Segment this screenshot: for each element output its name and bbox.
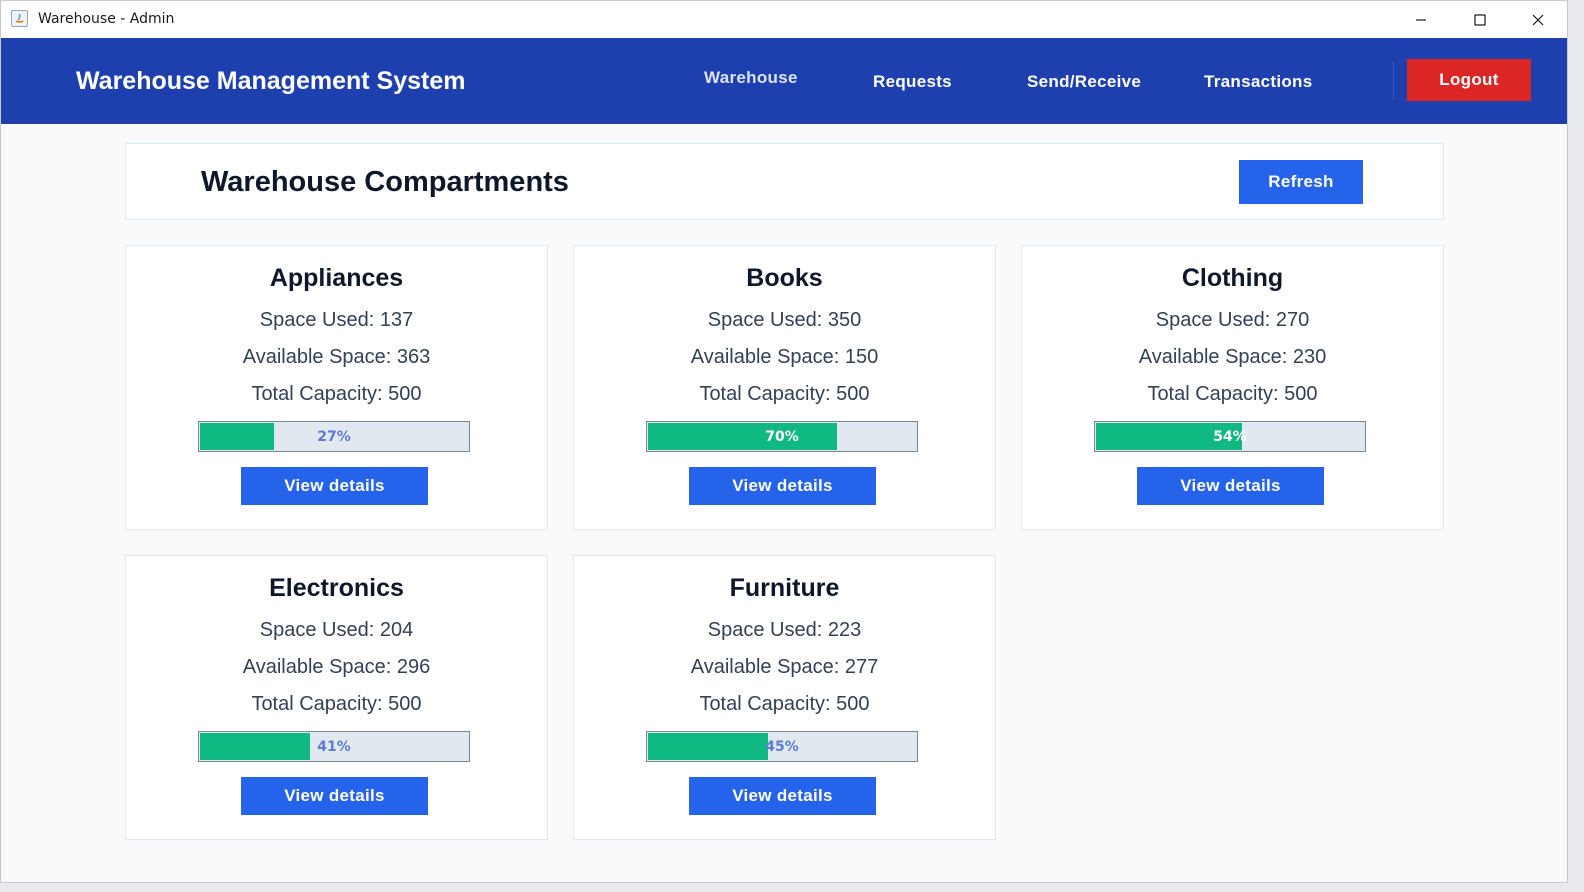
- compartment-name: Clothing: [1181, 264, 1284, 292]
- space-used-label: Space Used:: [707, 619, 823, 641]
- available-space-value: 150: [844, 346, 879, 368]
- space-used-label: Space Used:: [259, 309, 375, 331]
- compartment-card-clothing: Clothing Space Used: 270 Available Space:…: [1021, 245, 1444, 530]
- available-space-text: Available Space: 363: [126, 346, 547, 369]
- compartments-header: Warehouse Compartments Refresh: [125, 143, 1444, 220]
- available-space-label: Available Space:: [242, 346, 392, 368]
- view-details-button[interactable]: View details: [689, 467, 876, 505]
- refresh-button[interactable]: Refresh: [1239, 160, 1363, 204]
- close-icon[interactable]: [1515, 1, 1561, 38]
- available-space-label: Available Space:: [690, 656, 840, 678]
- total-capacity-label: Total Capacity:: [699, 383, 831, 405]
- total-capacity-label: Total Capacity:: [251, 383, 383, 405]
- space-used-text: Space Used: 223: [574, 619, 995, 642]
- available-space-value: 230: [1292, 346, 1327, 368]
- space-used-label: Space Used:: [707, 309, 823, 331]
- compartment-card-furniture: Furniture Space Used: 223 Available Space…: [573, 555, 996, 840]
- available-space-text: Available Space: 277: [574, 656, 995, 679]
- nav-link-requests[interactable]: Requests: [873, 72, 952, 92]
- space-used-label: Space Used:: [259, 619, 375, 641]
- total-capacity-text: Total Capacity: 500: [1022, 383, 1443, 406]
- available-space-text: Available Space: 296: [126, 656, 547, 679]
- available-space-label: Available Space:: [242, 656, 392, 678]
- space-used-value: 350: [827, 309, 862, 331]
- available-space-value: 296: [396, 656, 431, 678]
- space-used-value: 223: [827, 619, 862, 641]
- available-space-value: 363: [396, 346, 431, 368]
- nav-link-send-receive[interactable]: Send/Receive: [1027, 72, 1141, 92]
- available-space-text: Available Space: 230: [1022, 346, 1443, 369]
- capacity-progress-bar: 45%: [646, 731, 918, 762]
- space-used-value: 270: [1275, 309, 1310, 331]
- total-capacity-value: 500: [836, 693, 870, 715]
- capacity-progress-bar: 27%: [198, 421, 470, 452]
- view-details-button[interactable]: View details: [241, 777, 428, 815]
- nav-divider: [1393, 62, 1394, 100]
- app-brand: Warehouse Management System: [76, 67, 466, 95]
- compartment-card-electronics: Electronics Space Used: 204 Available Spa…: [125, 555, 548, 840]
- total-capacity-text: Total Capacity: 500: [574, 383, 995, 406]
- page-title: Warehouse Compartments: [201, 166, 569, 198]
- nav-link-transactions[interactable]: Transactions: [1204, 72, 1312, 92]
- progress-percent: 45%: [765, 738, 799, 755]
- view-details-button[interactable]: View details: [1137, 467, 1324, 505]
- total-capacity-text: Total Capacity: 500: [574, 693, 995, 716]
- compartment-name: Furniture: [729, 574, 840, 602]
- top-navbar: Warehouse Management System Warehouse Re…: [1, 38, 1567, 124]
- total-capacity-text: Total Capacity: 500: [126, 383, 547, 406]
- java-app-icon: [11, 10, 28, 27]
- total-capacity-text: Total Capacity: 500: [126, 693, 547, 716]
- total-capacity-label: Total Capacity:: [699, 693, 831, 715]
- total-capacity-value: 500: [388, 693, 422, 715]
- view-details-button[interactable]: View details: [241, 467, 428, 505]
- space-used-label: Space Used:: [1155, 309, 1271, 331]
- available-space-text: Available Space: 150: [574, 346, 995, 369]
- compartment-name: Appliances: [269, 264, 404, 292]
- total-capacity-label: Total Capacity:: [1147, 383, 1279, 405]
- space-used-text: Space Used: 204: [126, 619, 547, 642]
- view-details-button[interactable]: View details: [689, 777, 876, 815]
- total-capacity-value: 500: [836, 383, 870, 405]
- progress-percent: 54%: [1213, 428, 1247, 445]
- compartment-card-books: Books Space Used: 350 Available Space: 150…: [573, 245, 996, 530]
- capacity-progress-bar: 54%: [1094, 421, 1366, 452]
- space-used-value: 204: [379, 619, 414, 641]
- minimize-icon[interactable]: [1398, 1, 1444, 38]
- logout-button[interactable]: Logout: [1407, 59, 1531, 101]
- app-window: Warehouse - Admin Warehouse Management S…: [0, 0, 1568, 883]
- nav-link-warehouse[interactable]: Warehouse: [704, 68, 798, 88]
- compartment-name: Electronics: [269, 574, 404, 602]
- available-space-label: Available Space:: [690, 346, 840, 368]
- available-space-value: 277: [844, 656, 879, 678]
- available-space-label: Available Space:: [1138, 346, 1288, 368]
- total-capacity-value: 500: [388, 383, 422, 405]
- space-used-value: 137: [379, 309, 414, 331]
- progress-percent: 41%: [317, 738, 351, 755]
- window-titlebar: Warehouse - Admin: [1, 1, 1567, 38]
- progress-percent: 70%: [765, 428, 799, 445]
- progress-percent: 27%: [317, 428, 351, 445]
- space-used-text: Space Used: 137: [126, 309, 547, 332]
- total-capacity-value: 500: [1284, 383, 1318, 405]
- total-capacity-label: Total Capacity:: [251, 693, 383, 715]
- compartment-name: Books: [746, 264, 823, 292]
- space-used-text: Space Used: 350: [574, 309, 995, 332]
- compartment-card-appliances: Appliances Space Used: 137 Available Spac…: [125, 245, 548, 530]
- space-used-text: Space Used: 270: [1022, 309, 1443, 332]
- window-title: Warehouse - Admin: [38, 11, 175, 27]
- capacity-progress-bar: 70%: [646, 421, 918, 452]
- maximize-icon[interactable]: [1457, 1, 1503, 38]
- capacity-progress-bar: 41%: [198, 731, 470, 762]
